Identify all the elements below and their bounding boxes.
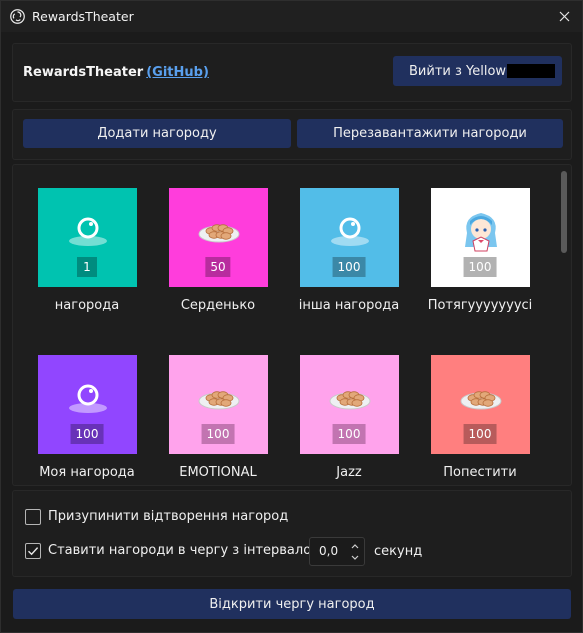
reward-name: інша нагорода xyxy=(298,298,400,313)
pause-label: Призупинити відтворення нагород xyxy=(48,509,289,524)
reward-name: Моя нагорода xyxy=(39,465,135,480)
queue-label: Ставити нагороди в чергу з інтервалом у xyxy=(48,543,333,558)
cookie-plate-icon xyxy=(198,223,239,242)
reward-name: нагорода xyxy=(54,298,120,313)
close-icon xyxy=(559,11,569,22)
checkmark-icon xyxy=(28,547,39,556)
obs-bubble-icon xyxy=(68,384,107,413)
reload-rewards-button[interactable]: Перезавантажити нагороди xyxy=(297,119,563,148)
title-bar[interactable]: RewardsTheater xyxy=(1,1,582,32)
logout-label: Вийти з Yellow xyxy=(409,63,507,79)
reward-cost-badge: 100 xyxy=(463,424,497,444)
redacted-username xyxy=(507,64,556,78)
interval-spinbox[interactable]: 0,0 xyxy=(309,537,365,566)
queue-checkbox[interactable] xyxy=(25,543,41,559)
reward-cost-badge: 100 xyxy=(201,424,235,444)
reward-cost-badge: 100 xyxy=(332,424,366,444)
reward-name: Потягууууууусі xyxy=(427,298,533,313)
brand-name: RewardsTheater xyxy=(23,65,144,80)
interval-value[interactable]: 0,0 xyxy=(319,544,338,558)
add-reward-button[interactable]: Додати нагороду xyxy=(23,119,291,148)
reward-cost-badge: 1 xyxy=(77,257,97,277)
reward-cost-badge: 100 xyxy=(70,424,104,444)
cookie-plate-icon xyxy=(198,390,239,409)
options-panel: Призупинити відтворення нагород Ставити … xyxy=(12,490,572,577)
brand: RewardsTheater (GitHub) xyxy=(23,65,209,80)
account-panel: RewardsTheater (GitHub) Вийти з Yellow xyxy=(12,43,572,102)
github-link[interactable]: (GitHub) xyxy=(146,65,209,80)
logout-button[interactable]: Вийти з Yellow xyxy=(393,56,562,86)
reward-cost-badge: 100 xyxy=(332,257,366,277)
actions-panel: Додати нагороду Перезавантажити нагороди xyxy=(12,109,572,160)
reward-cost-badge: 100 xyxy=(463,257,497,277)
reward-name: Серденько xyxy=(180,298,256,313)
chevron-up-icon[interactable] xyxy=(350,541,360,551)
reward-cost-badge: 50 xyxy=(205,257,231,277)
rewards-grid[interactable]: 1 нагорода 50 Серденько 100 інша нагород… xyxy=(12,164,572,486)
reward-name: EMOTIONAL xyxy=(179,465,257,480)
cookie-plate-icon xyxy=(329,390,370,409)
interval-unit: секунд xyxy=(374,544,423,559)
pause-checkbox[interactable] xyxy=(25,509,41,525)
obs-bubble-icon xyxy=(68,217,107,246)
chevron-down-icon[interactable] xyxy=(350,553,360,563)
close-button[interactable] xyxy=(550,3,578,30)
reward-name: Попестити xyxy=(443,465,517,480)
obs-bubble-icon xyxy=(330,217,369,246)
obs-logo-icon xyxy=(10,9,25,24)
scrollbar-thumb[interactable] xyxy=(561,171,567,253)
reward-name: Jazz xyxy=(336,465,362,480)
cookie-plate-icon xyxy=(460,390,501,409)
app-window: RewardsTheater RewardsTheater (GitHub) Ви… xyxy=(0,0,583,633)
open-queue-button[interactable]: Відкрити чергу нагород xyxy=(13,589,571,619)
window-title: RewardsTheater xyxy=(32,9,134,24)
anime-girl-image xyxy=(464,212,497,251)
